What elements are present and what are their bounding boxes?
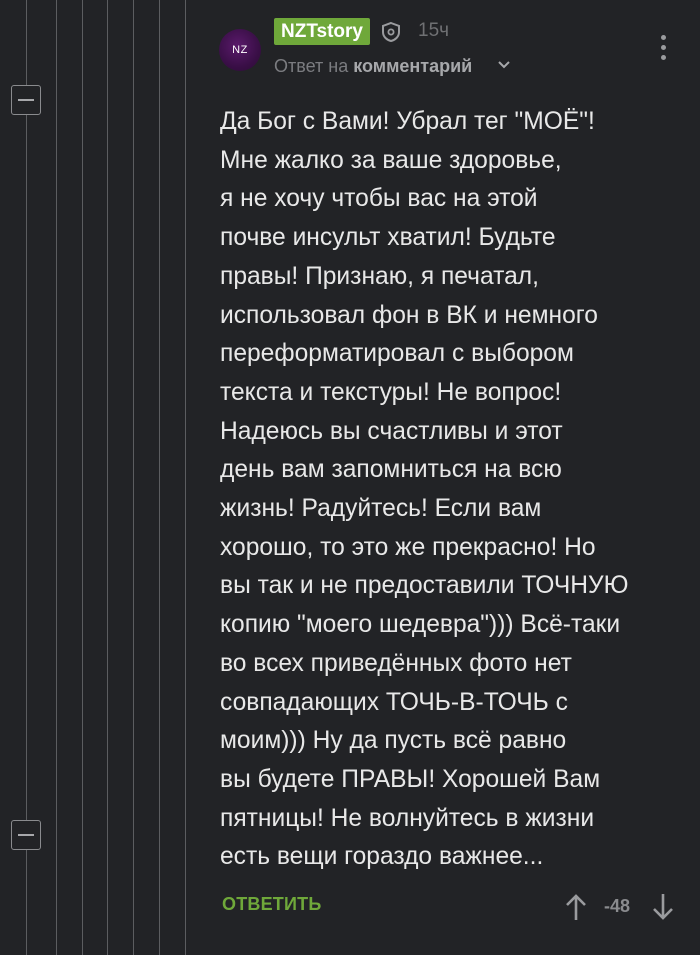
thread-line	[26, 0, 27, 955]
reply-to-line: Ответ на комментарий	[274, 56, 472, 77]
thread-line	[159, 0, 160, 955]
comment-time: 15ч	[418, 20, 450, 41]
more-vertical-icon[interactable]	[656, 35, 670, 63]
reply-to-link[interactable]: комментарий	[353, 56, 472, 76]
minus-icon	[18, 99, 34, 101]
reply-button[interactable]: ОТВЕТИТЬ	[222, 894, 321, 915]
minus-icon	[18, 834, 34, 836]
thread-line	[56, 0, 57, 955]
thread-line	[82, 0, 83, 955]
thread-line	[107, 0, 108, 955]
thread-line	[133, 0, 134, 955]
reply-to-prefix: Ответ на	[274, 56, 354, 76]
shield-icon	[382, 21, 400, 43]
rating-value: -48	[604, 896, 631, 916]
collapse-thread-button[interactable]	[11, 820, 41, 850]
thread-line	[185, 0, 186, 955]
collapse-thread-button[interactable]	[11, 85, 41, 115]
avatar[interactable]: NZ	[219, 29, 261, 71]
username-badge[interactable]: NZTstory	[274, 18, 370, 45]
arrow-up-icon[interactable]	[564, 892, 588, 922]
arrow-down-icon[interactable]	[651, 892, 675, 922]
comment-text: Да Бог с Вами! Убрал тег "МОЁ"! Мне жалк…	[220, 108, 629, 871]
chevron-down-icon[interactable]	[497, 58, 511, 72]
